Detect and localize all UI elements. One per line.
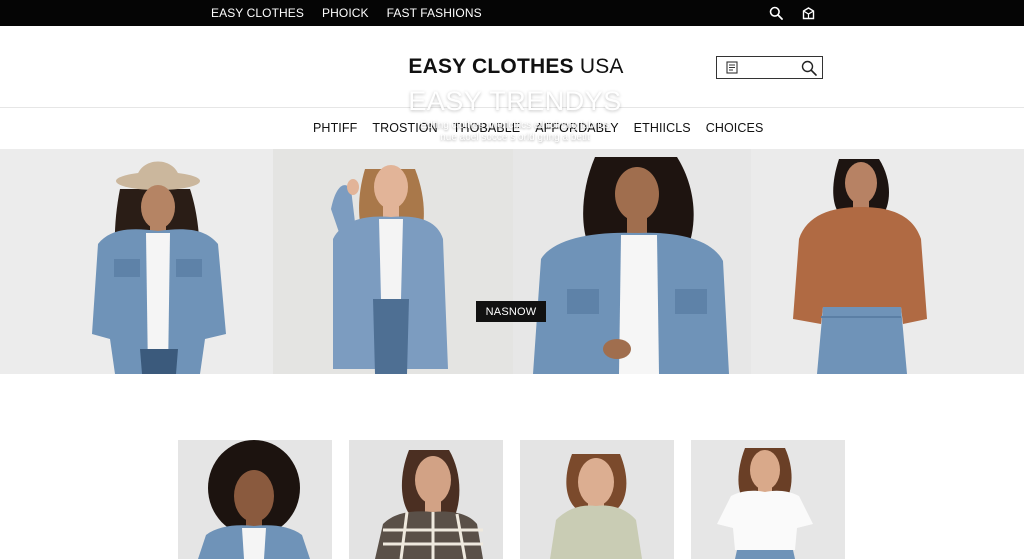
hero-model-smiling-denim — [513, 149, 751, 374]
hero-subtitle-line1: Edting clothes une fcbics ethicfrcng fab… — [420, 120, 610, 131]
hero-model-blonde-denim — [273, 149, 513, 374]
top-link-phoick[interactable]: PHOICK — [322, 6, 369, 20]
search-icon[interactable] — [768, 5, 784, 21]
hero-shop-now-button[interactable]: NASNOW — [476, 301, 546, 322]
nav-item-phtiff[interactable]: PHTIFF — [313, 121, 357, 135]
hero-model-brown-sweater — [751, 149, 1024, 374]
brand-name: EASY CLOTHES — [408, 55, 574, 78]
product-card-curly-denim[interactable] — [178, 440, 332, 559]
top-link-fast-fashions[interactable]: FAST FASHIONS — [387, 6, 482, 20]
nav-item-ethiicls[interactable]: ETHIICLS — [634, 121, 691, 135]
top-links: EASY CLOTHES PHOICK FAST FASHIONS — [211, 0, 482, 26]
hero-model-hat-denim — [0, 149, 273, 374]
nav-item-choices[interactable]: CHOICES — [706, 121, 764, 135]
hero-subtitle-line2: nue aoel socce s orld gring a betit — [440, 132, 590, 143]
hero-banner — [0, 149, 1024, 374]
top-link-easy-clothes[interactable]: EASY CLOTHES — [211, 6, 304, 20]
search-box[interactable] — [716, 56, 823, 79]
brand-logo[interactable]: EASY CLOTHES USA — [0, 55, 1024, 79]
list-icon — [726, 61, 738, 74]
product-grid — [0, 440, 1024, 559]
product-card-white-tee[interactable] — [691, 440, 845, 559]
product-card-sage-sweater[interactable] — [520, 440, 674, 559]
product-card-plaid-shirt[interactable] — [349, 440, 503, 559]
top-bar: EASY CLOTHES PHOICK FAST FASHIONS — [0, 0, 1024, 26]
hero-title: EASY TRENDYS — [408, 86, 622, 116]
hero-overlay: EASY TRENDYS Edting clothes une fcbics e… — [400, 86, 630, 144]
search-input[interactable] — [744, 59, 796, 76]
top-icons — [768, 0, 816, 26]
bag-icon[interactable] — [800, 5, 816, 21]
brand-region: USA — [579, 55, 624, 78]
search-submit-icon[interactable] — [800, 59, 818, 77]
